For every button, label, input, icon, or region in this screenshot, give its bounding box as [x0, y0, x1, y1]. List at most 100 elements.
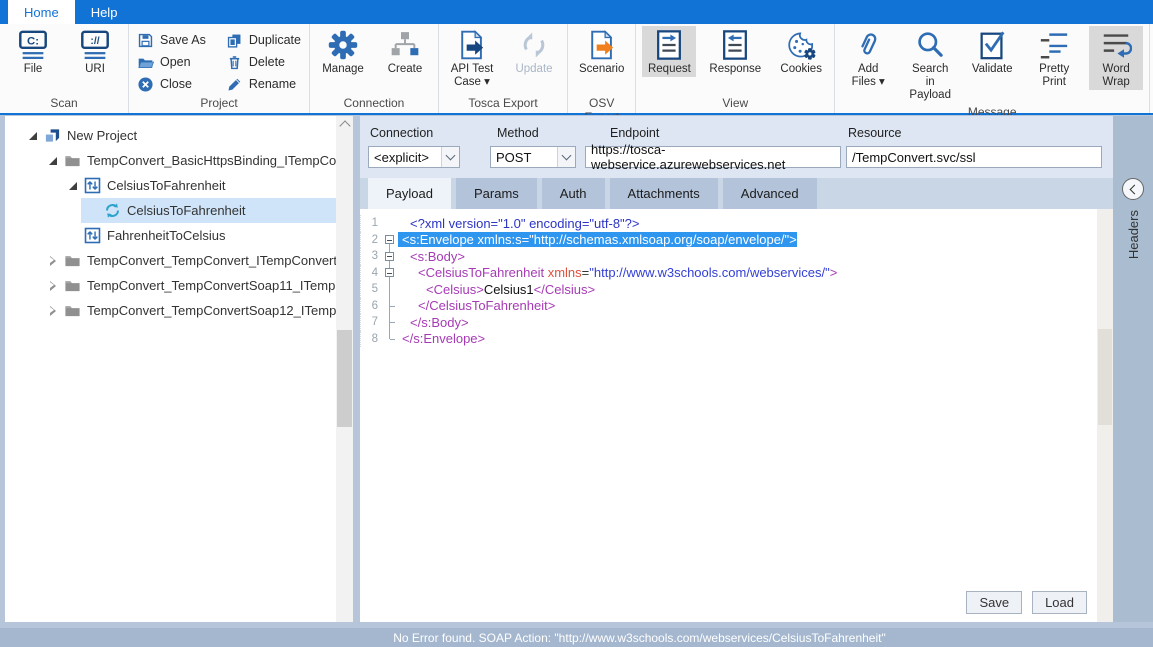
headers-collapsed-panel[interactable]: Headers	[1113, 116, 1153, 622]
expand-arrow-icon[interactable]	[47, 256, 59, 266]
ribbon-button-file[interactable]: C:File	[6, 26, 60, 77]
fold-collapse-icon[interactable]	[382, 232, 398, 249]
tab-params[interactable]: Params	[456, 178, 537, 209]
ribbon-button-label: Close	[160, 77, 192, 91]
tab-advanced[interactable]: Advanced	[723, 178, 817, 209]
ribbon-button-label: Add Files ▾	[852, 63, 885, 89]
ribbon-button-duplicate[interactable]: Duplicate	[224, 32, 303, 49]
ribbon-button-request[interactable]: Request	[642, 26, 696, 77]
fold-collapse-icon[interactable]	[382, 248, 398, 265]
tree-item-label: FahrenheitToCelsius	[107, 228, 226, 243]
fold-gutter	[382, 281, 398, 298]
network-icon	[389, 29, 421, 61]
ribbon-button-update[interactable]: Update	[507, 26, 561, 77]
ribbon-button-pretty-print[interactable]: Pretty Print	[1027, 26, 1081, 90]
tree-item-tempconvert-tempconvert-itempconvert[interactable]: TempConvert_TempConvert_ITempConvert	[5, 248, 336, 273]
fold-collapse-icon[interactable]	[382, 265, 398, 282]
scroll-up-icon[interactable]	[336, 116, 353, 132]
resource-input[interactable]: /TempConvert.svc/ssl	[846, 146, 1102, 168]
menu-tab-help[interactable]: Help	[75, 0, 134, 24]
ribbon-button-rename[interactable]: Rename	[224, 76, 303, 93]
page-export-orange-icon	[586, 29, 618, 61]
collapse-arrow-icon[interactable]	[27, 132, 39, 140]
chevron-down-icon[interactable]	[441, 147, 459, 167]
expand-headers-icon[interactable]	[1122, 178, 1144, 200]
line-number: 2	[360, 232, 382, 249]
code-line-1[interactable]: 1<?xml version="1.0" encoding="utf-8"?>	[360, 215, 1113, 232]
tree-item-tempconvert-tempconvertsoap11-itempconvert[interactable]: TempConvert_TempConvertSoap11_ITempConve…	[5, 273, 336, 298]
connection-select[interactable]: <explicit>	[368, 146, 460, 168]
xml-token: <s:Envelope xmlns:s="http://schemas.xmls…	[402, 232, 797, 247]
method-select[interactable]: POST	[490, 146, 576, 168]
code-line-7[interactable]: 7</s:Body>	[360, 314, 1113, 331]
tree-item-celsiustofahrenheit[interactable]: CelsiusToFahrenheit	[5, 173, 336, 198]
tab-attachments[interactable]: Attachments	[610, 178, 718, 209]
tree-item-celsiustofahrenheit-selected[interactable]: CelsiusToFahrenheit	[5, 198, 336, 223]
line-number: 1	[360, 215, 382, 232]
ribbon-button-manage[interactable]: Manage	[316, 26, 370, 77]
payload-tabstrip: PayloadParamsAuthAttachmentsAdvanced	[360, 178, 1113, 209]
ribbon-button-cookies[interactable]: Cookies	[774, 26, 828, 77]
tree-item-fahrenheittocelsius[interactable]: FahrenheitToCelsius	[5, 223, 336, 248]
xml-code-area[interactable]: 1<?xml version="1.0" encoding="utf-8"?>2…	[360, 209, 1113, 347]
page-export-blue-icon	[456, 29, 488, 61]
request-panel: Connection <explicit> Method POST Endpoi…	[360, 116, 1113, 622]
xml-token: "http://www.w3schools.com/webservices/"	[589, 265, 829, 280]
endpoint-label: Endpoint	[610, 126, 659, 140]
ribbon-button-api-test-case[interactable]: API Test Case ▾	[445, 26, 499, 90]
tab-payload[interactable]: Payload	[368, 178, 451, 209]
code-line-5[interactable]: 5<Celsius>Celsius1</Celsius>	[360, 281, 1113, 298]
editor-scrollbar[interactable]	[1097, 209, 1113, 622]
chevron-down-icon[interactable]	[557, 147, 575, 167]
tab-auth[interactable]: Auth	[542, 178, 605, 209]
ribbon-button-save-as[interactable]: Save As	[135, 32, 208, 49]
expand-arrow-icon[interactable]	[47, 306, 59, 316]
ribbon-button-delete[interactable]: Delete	[224, 54, 303, 71]
ribbon-button-close[interactable]: Close	[135, 76, 208, 93]
status-text: No Error found. SOAP Action: "http://www…	[393, 631, 886, 645]
ribbon-button-label: Open	[160, 55, 191, 69]
ribbon-button-scenario[interactable]: Scenario	[574, 26, 629, 77]
code-line-2[interactable]: 2 <s:Envelope xmlns:s="http://schemas.xml…	[360, 232, 1113, 249]
ribbon-button-uri[interactable]: ://URI	[68, 26, 122, 77]
code-line-3[interactable]: 3<s:Body>	[360, 248, 1113, 265]
ribbon-button-label: Search in Payload	[908, 63, 952, 103]
code-line-6[interactable]: 6</CelsiusToFahrenheit>	[360, 298, 1113, 315]
ribbon-button-open[interactable]: Open	[135, 54, 208, 71]
line-number: 4	[360, 265, 382, 282]
collapse-arrow-icon[interactable]	[47, 157, 59, 165]
ribbon-button-create[interactable]: Create	[378, 26, 432, 77]
ribbon-button-label: Save As	[160, 33, 206, 47]
request-icon	[653, 29, 685, 61]
expand-arrow-icon[interactable]	[47, 281, 59, 291]
payload-editor[interactable]: 1<?xml version="1.0" encoding="utf-8"?>2…	[360, 209, 1113, 622]
menu-tab-home[interactable]: Home	[8, 0, 75, 24]
editor-scrollbar-thumb[interactable]	[1098, 329, 1112, 425]
ribbon-button-add-files[interactable]: Add Files ▾	[841, 26, 895, 90]
line-number: 7	[360, 314, 382, 331]
save-button[interactable]: Save	[966, 591, 1022, 614]
tree-item-new-project[interactable]: New Project	[5, 123, 336, 148]
tree-item-tempconvert-basichttpsbinding-itempconvert[interactable]: TempConvert_BasicHttpsBinding_ITempConve…	[5, 148, 336, 173]
collapse-arrow-icon[interactable]	[67, 182, 79, 190]
code-line-8[interactable]: 8</s:Envelope>	[360, 331, 1113, 348]
ribbon-button-label: Duplicate	[249, 33, 301, 47]
xml-token: xmlns	[548, 265, 582, 280]
xml-token: </Celsius>	[534, 282, 595, 297]
endpoint-input[interactable]: https://tosca-webservice.azurewebservice…	[585, 146, 841, 168]
ribbon-button-search-in-payload[interactable]: Search in Payload	[903, 26, 957, 104]
load-button[interactable]: Load	[1032, 591, 1087, 614]
code-text: <s:Body>	[398, 249, 465, 264]
statusbar: No Error found. SOAP Action: "http://www…	[0, 628, 1153, 647]
ribbon-button-label: Pretty Print	[1039, 63, 1069, 89]
tree-scrollbar[interactable]	[336, 116, 353, 622]
code-text: </CelsiusToFahrenheit>	[398, 298, 555, 313]
ribbon-button-word-wrap[interactable]: Word Wrap	[1089, 26, 1143, 90]
code-line-4[interactable]: 4<CelsiusToFahrenheit xmlns="http://www.…	[360, 265, 1113, 282]
ribbon-button-validate[interactable]: Validate	[965, 26, 1019, 77]
tree-scrollbar-thumb[interactable]	[337, 330, 352, 427]
tree-item-tempconvert-tempconvertsoap12-itempconvert[interactable]: TempConvert_TempConvertSoap12_ITempConve…	[5, 298, 336, 323]
ribbon-button-response[interactable]: Response	[704, 26, 766, 77]
ribbon-group-label: OSV Export	[574, 95, 629, 113]
pencil-icon	[226, 76, 243, 93]
